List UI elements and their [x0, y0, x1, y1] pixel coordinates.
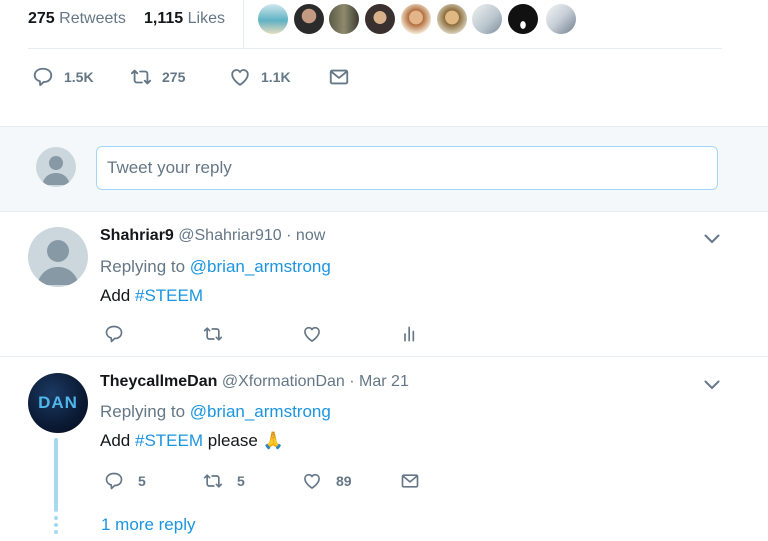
- reply-text-prefix: Add: [100, 286, 131, 305]
- folded-hands-emoji: 🙏: [262, 431, 284, 450]
- analytics-button[interactable]: [400, 324, 420, 344]
- reply-author-name[interactable]: TheycallmeDan: [100, 373, 217, 390]
- avatar-logo-text: DAN: [38, 393, 78, 412]
- reply-divider: [0, 356, 768, 357]
- stats-divider: [243, 0, 244, 48]
- reply-icon: [33, 67, 53, 87]
- likes-label: Likes: [187, 10, 225, 27]
- liker-avatar[interactable]: [401, 4, 431, 34]
- reply-header: TheycallmeDan @XformationDan · Mar 21: [100, 373, 409, 391]
- reply-button[interactable]: 1.5K: [32, 66, 94, 88]
- heart-icon: [231, 69, 249, 86]
- liker-avatar[interactable]: [329, 4, 359, 34]
- reply-avatar[interactable]: DAN: [28, 373, 88, 433]
- reply-text-suffix: please: [207, 431, 258, 450]
- liker-avatar[interactable]: [508, 4, 538, 34]
- like-button[interactable]: 1.1K: [229, 66, 291, 88]
- reply-text: Add #STEEM: [100, 286, 203, 306]
- replying-to-link[interactable]: @brian_armstrong: [190, 257, 331, 276]
- chevron-down-icon[interactable]: [704, 234, 720, 244]
- reply-timestamp[interactable]: · Mar 21: [349, 373, 409, 390]
- reply-text: Add #STEEM please 🙏: [100, 431, 284, 451]
- likes-count: 1,115: [144, 10, 184, 27]
- reply-count: 5: [138, 473, 146, 489]
- replying-to-label: Replying to: [100, 402, 186, 421]
- thread-line: [54, 438, 58, 512]
- analytics-icon: [404, 326, 415, 342]
- retweets-count: 275: [28, 10, 55, 27]
- retweet-icon: [203, 327, 223, 341]
- reply-input[interactable]: Tweet your reply: [96, 146, 718, 190]
- liker-avatar[interactable]: [546, 4, 576, 34]
- like-count: 1.1K: [261, 69, 291, 85]
- replying-to-label: Replying to: [100, 257, 186, 276]
- liker-avatar[interactable]: [437, 4, 467, 34]
- reply-text-prefix: Add: [100, 431, 131, 450]
- reply-composer: Tweet your reply: [0, 126, 768, 212]
- reply-author-handle[interactable]: @Shahriar910: [178, 227, 281, 244]
- replying-to-line: Replying to @brian_armstrong: [100, 257, 331, 277]
- replying-to-link[interactable]: @brian_armstrong: [190, 402, 331, 421]
- retweet-button[interactable]: 275: [130, 66, 185, 88]
- retweet-stat[interactable]: 275 Retweets: [28, 10, 126, 28]
- direct-message-button[interactable]: [400, 471, 420, 491]
- heart-icon: [304, 326, 320, 342]
- envelope-icon: [401, 474, 419, 488]
- likes-stat[interactable]: 1,115 Likes: [144, 10, 225, 28]
- liker-avatar[interactable]: [294, 4, 324, 34]
- like-count: 89: [336, 473, 352, 489]
- hashtag-link[interactable]: #STEEM: [135, 431, 203, 450]
- reply-input-placeholder: Tweet your reply: [107, 158, 232, 177]
- reply-button[interactable]: [104, 324, 124, 344]
- liker-avatar[interactable]: [258, 4, 288, 34]
- heart-icon: [304, 473, 320, 489]
- reply-icon: [105, 472, 123, 490]
- hashtag-link[interactable]: #STEEM: [135, 286, 203, 305]
- retweet-icon: [130, 69, 152, 85]
- liker-avatar[interactable]: [472, 4, 502, 34]
- reply-header: Shahriar9 @Shahriar910 · now: [100, 227, 325, 245]
- reply-author-handle[interactable]: @XformationDan: [222, 373, 345, 390]
- liker-avatar[interactable]: [365, 4, 395, 34]
- reply-timestamp[interactable]: · now: [286, 227, 325, 244]
- like-button[interactable]: 89: [302, 471, 352, 491]
- reply-icon: [105, 325, 123, 343]
- thread-dots: [54, 516, 58, 534]
- reply-avatar[interactable]: [28, 227, 88, 287]
- envelope-icon: [329, 69, 349, 85]
- retweet-button[interactable]: 5: [203, 471, 245, 491]
- like-button[interactable]: [302, 324, 322, 344]
- default-avatar-icon: [42, 156, 70, 185]
- retweet-count: 275: [162, 69, 186, 85]
- more-replies-link[interactable]: 1 more reply: [101, 515, 195, 535]
- reply-button[interactable]: 5: [104, 471, 146, 491]
- reply-count: 1.5K: [64, 69, 94, 85]
- replying-to-line: Replying to @brian_armstrong: [100, 402, 331, 422]
- retweets-label: Retweets: [59, 10, 126, 27]
- direct-message-button[interactable]: [328, 66, 350, 88]
- user-avatar: [36, 147, 76, 187]
- retweet-count: 5: [237, 473, 245, 489]
- default-avatar-icon: [37, 240, 79, 285]
- retweet-button[interactable]: [203, 324, 223, 344]
- stats-bottom-divider: [28, 48, 722, 49]
- retweet-icon: [203, 474, 223, 488]
- reply-author-name[interactable]: Shahriar9: [100, 227, 174, 244]
- chevron-down-icon[interactable]: [704, 380, 720, 390]
